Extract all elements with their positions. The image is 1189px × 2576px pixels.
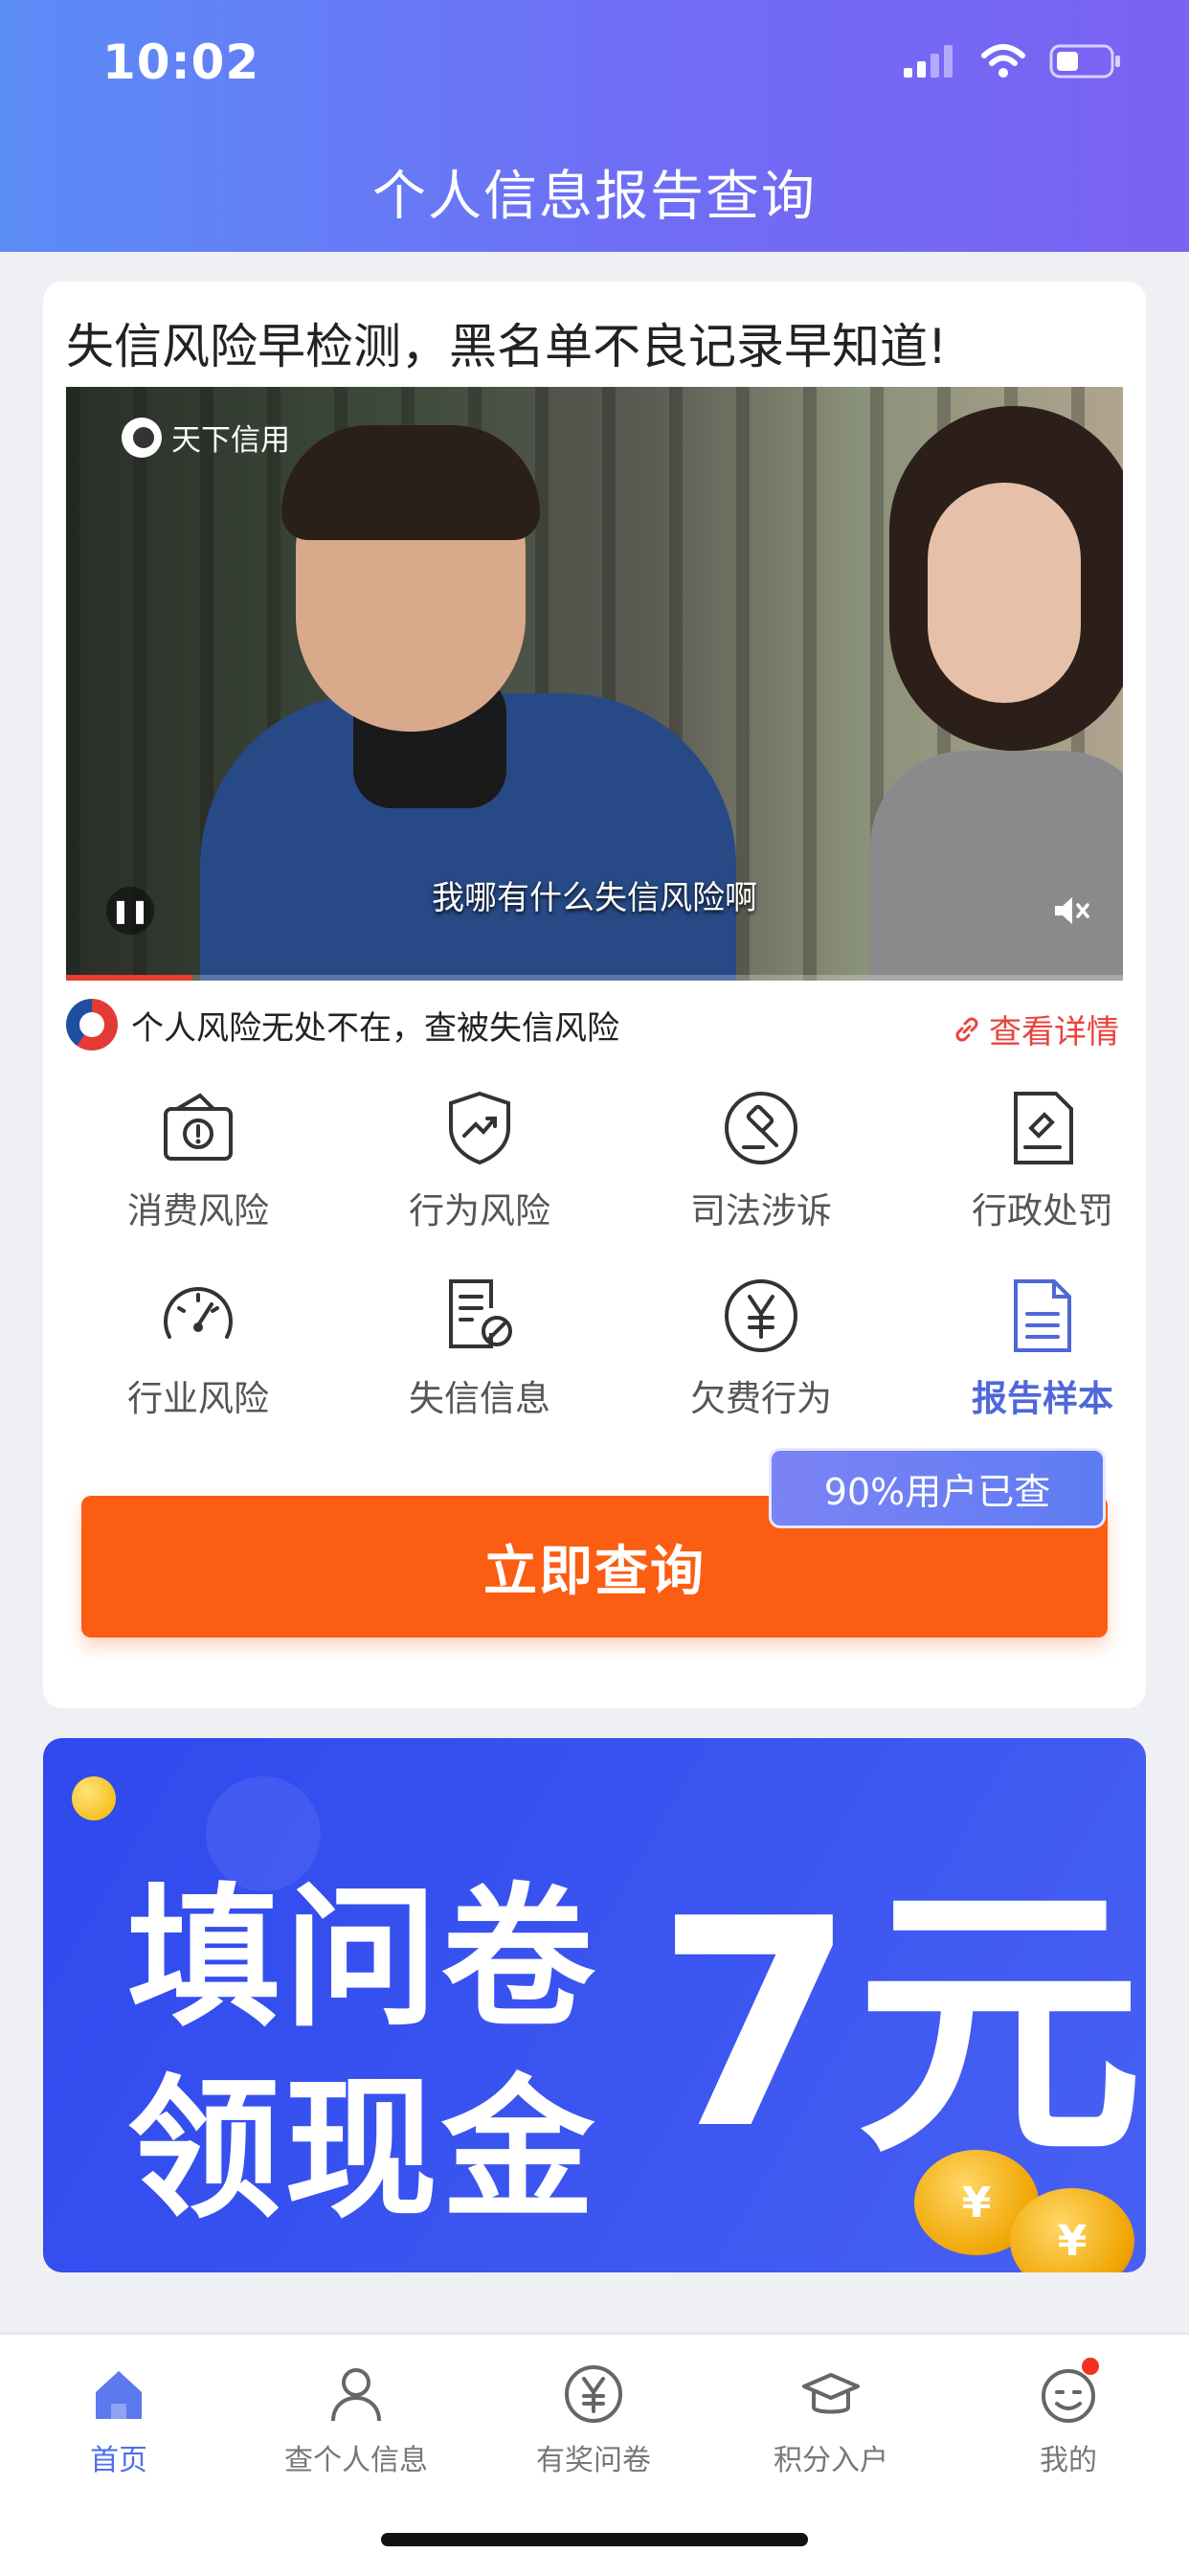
category-label: 行业风险 (127, 1378, 269, 1419)
banner-line-2: 领现金 (127, 2060, 599, 2239)
category-label: 失信信息 (409, 1378, 550, 1419)
info-row: 个人风险无处不在，查被失信风险 查看详情 (66, 994, 1123, 1055)
category-behavior-risk[interactable]: 行为风险 (348, 1088, 612, 1270)
info-text: 个人风险无处不在，查被失信风险 (131, 1008, 619, 1048)
battery-icon (1049, 44, 1120, 79)
category-label: 行政处罚 (972, 1190, 1113, 1232)
home-indicator (381, 2533, 808, 2546)
video-figure-woman-face (928, 483, 1081, 703)
yuan-circle-icon (725, 1279, 797, 1352)
home-icon (96, 2371, 142, 2419)
tab-person-info[interactable]: 查个人信息 (237, 2363, 475, 2478)
status-time: 10:02 (102, 34, 260, 90)
brand-logo-icon (66, 999, 118, 1051)
speedometer-icon (164, 1287, 233, 1339)
yuan-circle-icon (565, 2365, 622, 2423)
coin-dot-decoration (72, 1776, 116, 1820)
video-figure-man-hair (281, 425, 540, 540)
app-header: 10:02 个人信息报告查询 (0, 0, 1189, 252)
tab-survey[interactable]: 有奖问卷 (475, 2363, 712, 2478)
category-arrears-behavior[interactable]: 欠费行为 (629, 1276, 893, 1457)
person-icon (331, 2368, 381, 2422)
signal-icon (904, 45, 953, 78)
tab-mine[interactable]: 我的 (950, 2358, 1187, 2478)
pause-button[interactable]: ❚❚ (106, 887, 154, 935)
shield-trend-icon (449, 1091, 510, 1165)
category-administrative-penalty[interactable]: 行政处罚 (910, 1088, 1175, 1270)
video-logo-icon (122, 417, 162, 458)
speaker-muted-icon (1055, 897, 1089, 924)
document-stamp-icon (1014, 1092, 1073, 1164)
link-icon (955, 1017, 978, 1041)
category-label: 报告样本 (972, 1378, 1113, 1419)
risk-check-card: 失信风险早检测，黑名单不良记录早知道! 天下信用 我哪有什么失信风险啊 ❚❚ 个… (43, 282, 1146, 1708)
view-details-link[interactable]: 查看详情 (951, 1006, 1119, 1052)
gavel-icon (725, 1092, 797, 1164)
category-label: 欠费行为 (690, 1378, 832, 1419)
wallet-alert-icon (164, 1093, 233, 1161)
category-label: 消费风险 (127, 1190, 269, 1232)
cta-area: 立即查询 90%用户已查 (81, 1448, 1108, 1638)
tab-label: 我的 (1040, 2444, 1097, 2477)
promo-video[interactable]: 天下信用 我哪有什么失信风险啊 ❚❚ (66, 387, 1123, 981)
tab-points-hukou[interactable]: 积分入户 (712, 2363, 950, 2478)
wifi-icon (981, 44, 1025, 78)
mute-button[interactable] (1048, 887, 1096, 935)
video-progress[interactable] (66, 975, 1123, 981)
tab-label: 查个人信息 (284, 2444, 428, 2477)
page-title: 个人信息报告查询 (372, 166, 817, 228)
tab-label: 积分入户 (774, 2444, 888, 2477)
category-judicial-litigation[interactable]: 司法涉诉 (629, 1088, 893, 1270)
video-watermark: 天下信用 (122, 416, 290, 459)
video-logo-text: 天下信用 (171, 423, 290, 458)
mine-icon-wrap (1038, 2358, 1099, 2425)
category-consumption-risk[interactable]: 消费风险 (66, 1088, 330, 1270)
banner-amount: 7元 (656, 1858, 1143, 2192)
category-industry-risk[interactable]: 行业风险 (66, 1276, 330, 1457)
card-headline: 失信风险早检测，黑名单不良记录早知道! (66, 319, 948, 374)
tab-label: 有奖问卷 (536, 2444, 651, 2477)
report-document-icon (1014, 1279, 1071, 1352)
tab-label: 首页 (90, 2444, 147, 2477)
category-report-sample[interactable]: 报告样本 (910, 1276, 1175, 1457)
status-icons (904, 42, 1122, 80)
video-figure-woman-coat (870, 751, 1123, 981)
video-subtitle: 我哪有什么失信风险啊 (432, 879, 757, 917)
users-checked-badge: 90%用户已查 (769, 1448, 1106, 1528)
category-label: 行为风险 (409, 1190, 550, 1232)
category-dishonesty-info[interactable]: 失信信息 (348, 1276, 612, 1457)
notification-dot (1082, 2358, 1099, 2375)
video-progress-fill (66, 975, 193, 981)
graduation-cap-icon (802, 2373, 860, 2414)
banner-line-1: 填问卷 (127, 1868, 599, 2047)
document-ban-icon (449, 1279, 512, 1348)
survey-reward-banner[interactable]: 填问卷 领现金 7元 ¥ ¥ (43, 1738, 1146, 2272)
category-label: 司法涉诉 (690, 1190, 832, 1232)
pause-icon: ❚❚ (110, 897, 150, 924)
tab-home[interactable]: 首页 (0, 2363, 237, 2478)
view-details-label: 查看详情 (989, 1013, 1119, 1051)
